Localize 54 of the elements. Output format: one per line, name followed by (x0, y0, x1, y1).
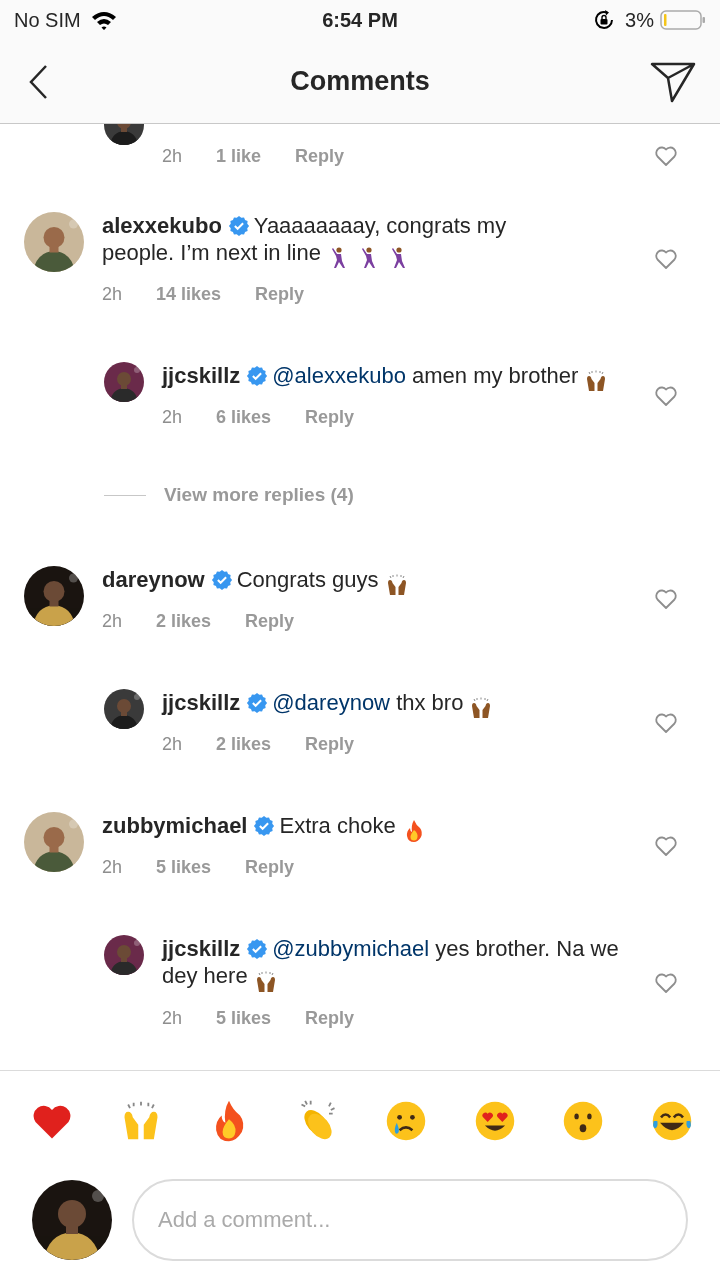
comment-time: 2h (102, 283, 123, 307)
comment-text: dareynow Congrats guys (102, 565, 572, 598)
comment-time: 2h (162, 733, 183, 757)
reply-link[interactable]: Reply (305, 1005, 355, 1030)
username-link[interactable]: alexxekubo (102, 213, 222, 238)
battery-icon (660, 9, 706, 31)
comment-time: 2h (162, 406, 183, 430)
like-heart-icon[interactable] (654, 834, 678, 857)
reply-link[interactable]: Reply (255, 282, 305, 307)
like-heart-icon[interactable] (654, 248, 678, 271)
view-more-replies-link[interactable]: View more replies (4) (164, 481, 354, 510)
comment-text: jjcskillz @zubbymichael yes brother. Na we dey here (162, 935, 622, 994)
likes-count-link[interactable]: 14 likes (156, 282, 222, 307)
comment-text: alexxekubo Yaaaaaaaay, congrats my people. I’m next in line (102, 212, 572, 271)
mention-link[interactable]: @alexxekubo (272, 363, 406, 389)
comment-time: 2h (162, 145, 183, 168)
comment-text: zubbymichael Extra choke (102, 812, 572, 844)
mention-link[interactable]: @dareynow (272, 690, 390, 716)
send-icon[interactable] (650, 60, 696, 103)
page-title: Comments (290, 66, 430, 97)
like-heart-icon[interactable] (654, 971, 678, 994)
like-heart-icon[interactable] (654, 384, 678, 407)
comment-time: 2h (102, 856, 123, 880)
carrier-label: No SIM (14, 8, 81, 33)
username-link[interactable]: zubbymichael (102, 813, 248, 839)
reply-link[interactable]: Reply (245, 855, 295, 880)
username-link[interactable]: jjcskillz (162, 936, 241, 962)
like-heart-icon[interactable] (654, 588, 678, 611)
clock-time: 6:54 PM (322, 9, 398, 31)
likes-count-link[interactable]: 2 likes (156, 609, 212, 634)
back-icon[interactable] (28, 63, 48, 100)
wifi-icon (90, 10, 117, 30)
username-link[interactable]: dareynow (102, 566, 205, 592)
comment-text: jjcskillz @alexxekubo amen my brother (162, 362, 622, 394)
battery-percent: 3% (625, 8, 654, 33)
reply-link[interactable]: Reply (305, 405, 355, 430)
reply-link[interactable]: Reply (245, 609, 295, 634)
likes-count-link[interactable]: 5 likes (216, 1005, 272, 1030)
orientation-lock-icon (593, 9, 616, 31)
comment-time: 2h (102, 610, 123, 634)
comment-time: 2h (162, 1006, 183, 1030)
likes-count-link[interactable]: 6 likes (216, 405, 272, 430)
username-link[interactable]: jjcskillz (162, 363, 241, 389)
likes-count-link[interactable]: 1 like (216, 144, 262, 168)
username-link[interactable]: jjcskillz (162, 690, 241, 716)
like-heart-icon[interactable] (654, 711, 678, 734)
reply-link[interactable]: Reply (295, 144, 345, 168)
comment-input[interactable]: Add a comment... (132, 1179, 688, 1261)
comment-text: jjcskillz @dareynow thx bro (162, 689, 622, 721)
likes-count-link[interactable]: 2 likes (216, 732, 272, 757)
reply-link[interactable]: Reply (305, 732, 355, 757)
like-heart-icon[interactable] (654, 145, 678, 167)
mention-link[interactable]: @zubbymichael (272, 936, 430, 962)
likes-count-link[interactable]: 5 likes (156, 855, 212, 880)
